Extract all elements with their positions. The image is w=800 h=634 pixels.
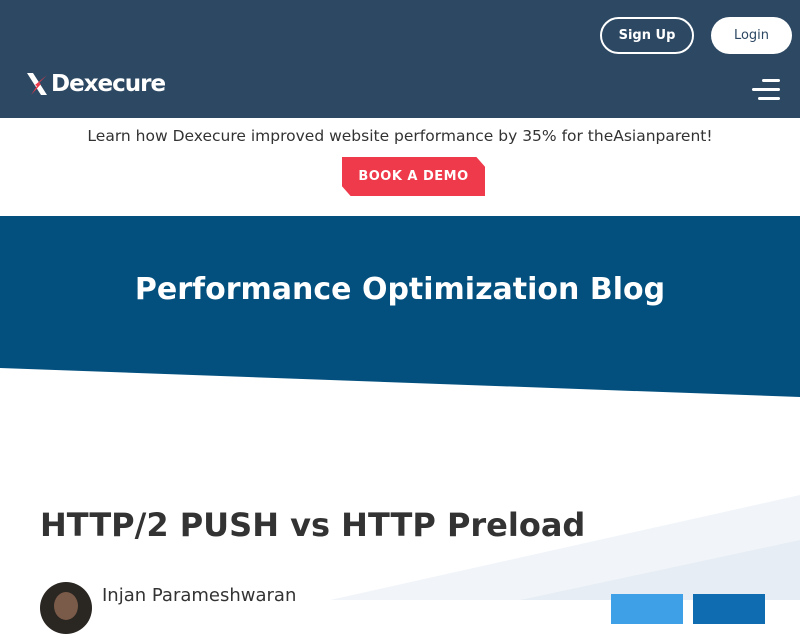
book-demo-button[interactable]: BOOK A DEMO (342, 157, 485, 196)
author-avatar (40, 582, 92, 634)
login-button[interactable]: Login (711, 17, 792, 54)
linkedin-share-button[interactable] (693, 594, 765, 624)
signup-button[interactable]: Sign Up (600, 17, 694, 54)
menu-icon[interactable] (752, 77, 780, 103)
announcement-text: Learn how Dexecure improved website perf… (87, 127, 713, 145)
logo-text: Dexecure (51, 71, 166, 97)
site-logo[interactable]: Dexecure (25, 68, 166, 100)
author-name[interactable]: Injan Parameshwaran (102, 585, 296, 606)
twitter-share-button[interactable] (611, 594, 683, 624)
page-title: Performance Optimization Blog (134, 272, 666, 307)
post-title: HTTP/2 PUSH vs HTTP Preload (40, 506, 586, 544)
dexecure-logo-icon (27, 73, 47, 95)
